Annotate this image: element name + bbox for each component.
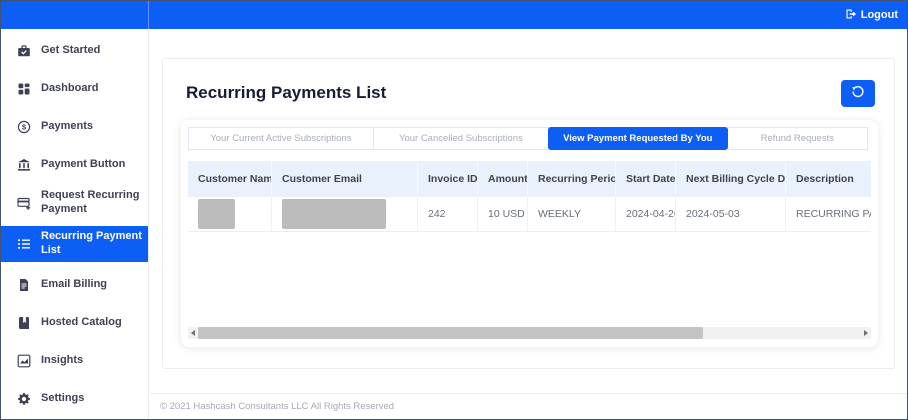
cell-recurring-period: WEEKLY — [528, 197, 616, 231]
table-header-row: Customer Name Customer Email Invoice ID … — [188, 161, 871, 197]
sidebar-nav: Get Started Dashboard $ Payments Payment… — [1, 29, 149, 419]
cell-amount: 10 USD — [478, 197, 528, 231]
column-header-customer-email: Customer Email — [272, 161, 418, 197]
sidebar-item-email-billing[interactable]: Email Billing — [1, 266, 148, 304]
file-text-icon — [17, 278, 32, 292]
tab-view-payment-requested[interactable]: View Payment Requested By You — [547, 127, 728, 150]
logout-button[interactable]: Logout — [845, 8, 898, 23]
briefcase-check-icon — [17, 44, 32, 58]
sidebar-item-recurring-payment-list[interactable]: Recurring Payment List — [1, 226, 148, 262]
main-content: Recurring Payments List Your Current Act… — [150, 29, 907, 419]
sidebar-item-insights[interactable]: Insights — [1, 342, 148, 380]
scrollbar-thumb[interactable] — [198, 327, 704, 339]
column-header-next-billing-cycle-date: Next Billing Cycle Date — [676, 161, 786, 197]
bank-icon — [17, 158, 32, 172]
app-window: Logout Get Started Dashboard $ Payments — [0, 0, 908, 420]
cell-next-billing-cycle-date: 2024-05-03 — [676, 197, 786, 231]
column-header-recurring-period: Recurring Period — [528, 161, 616, 197]
sidebar-item-get-started[interactable]: Get Started — [1, 32, 148, 70]
column-header-description: Description — [796, 173, 854, 185]
table-row: 242 10 USD WEEKLY 2024-04-26 2024-05-03 … — [188, 197, 871, 232]
sidebar-item-label: Payment Button — [41, 158, 126, 171]
top-navbar: Logout — [1, 1, 907, 29]
sidebar-item-label: Payments — [41, 120, 93, 133]
sidebar-item-settings[interactable]: Settings — [1, 380, 148, 418]
cell-customer-name — [188, 197, 272, 231]
sidebar-item-payment-button[interactable]: Payment Button — [1, 146, 148, 184]
cell-description: RECURRING PAYMENT — [796, 208, 871, 220]
column-header-start-date: Start Date — [616, 161, 676, 197]
column-header-amount: Amount — [478, 161, 528, 197]
topbar-divider — [148, 1, 149, 29]
column-header-invoice-id: Invoice ID — [418, 161, 478, 197]
sidebar-item-label: Request Recurring Payment — [41, 189, 140, 215]
tab-current-active-subscriptions[interactable]: Your Current Active Subscriptions — [188, 127, 374, 150]
cell-start-date: 2024-04-26 — [616, 197, 676, 231]
horizontal-scrollbar[interactable] — [188, 327, 871, 339]
chart-icon — [17, 354, 32, 368]
dollar-circle-icon: $ — [17, 120, 32, 134]
scroll-left-arrow-icon[interactable] — [191, 330, 195, 336]
subscriptions-panel: Your Current Active Subscriptions Your C… — [181, 120, 878, 347]
sidebar-item-label: Recurring Payment List — [41, 230, 142, 256]
copyright-text: © 2021 Hashcash Consultants LLC All Righ… — [160, 401, 395, 412]
sidebar-item-label: Settings — [41, 391, 85, 404]
tab-cancelled-subscriptions[interactable]: Your Cancelled Subscriptions — [372, 127, 549, 150]
history-icon — [851, 85, 865, 102]
tab-bar: Your Current Active Subscriptions Your C… — [188, 127, 871, 150]
recurring-payments-card: Recurring Payments List Your Current Act… — [162, 58, 895, 369]
cell-customer-email — [272, 197, 418, 231]
page-title: Recurring Payments List — [186, 83, 387, 102]
grid-icon — [17, 82, 32, 96]
redacted-customer-email — [282, 199, 386, 229]
cell-invoice-id: 242 — [418, 197, 478, 231]
footer: © 2021 Hashcash Consultants LLC All Righ… — [150, 393, 907, 419]
sidebar-item-label: Insights — [41, 353, 84, 366]
sidebar-item-label: Hosted Catalog — [41, 315, 122, 328]
sidebar-item-hosted-catalog[interactable]: Hosted Catalog — [1, 304, 148, 342]
tab-refund-requests[interactable]: Refund Requests — [726, 127, 868, 150]
redacted-customer-name — [198, 199, 235, 229]
book-icon — [17, 316, 32, 330]
sidebar-item-label: Get Started — [41, 44, 101, 57]
refresh-button[interactable] — [841, 80, 875, 107]
sidebar-item-payments[interactable]: $ Payments — [1, 108, 148, 146]
card-plus-icon — [17, 196, 32, 210]
column-header-customer-name: Customer Name — [188, 161, 272, 197]
svg-text:$: $ — [22, 123, 27, 132]
scroll-right-arrow-icon[interactable] — [864, 330, 868, 336]
sidebar-item-request-recurring-payment[interactable]: Request Recurring Payment — [1, 184, 148, 222]
sidebar-item-label: Email Billing — [41, 277, 108, 290]
logout-label: Logout — [860, 9, 898, 21]
logout-icon — [845, 8, 857, 23]
list-icon — [17, 237, 32, 251]
gear-icon — [17, 392, 32, 406]
sidebar-item-label: Dashboard — [41, 82, 99, 95]
sidebar-item-dashboard[interactable]: Dashboard — [1, 70, 148, 108]
